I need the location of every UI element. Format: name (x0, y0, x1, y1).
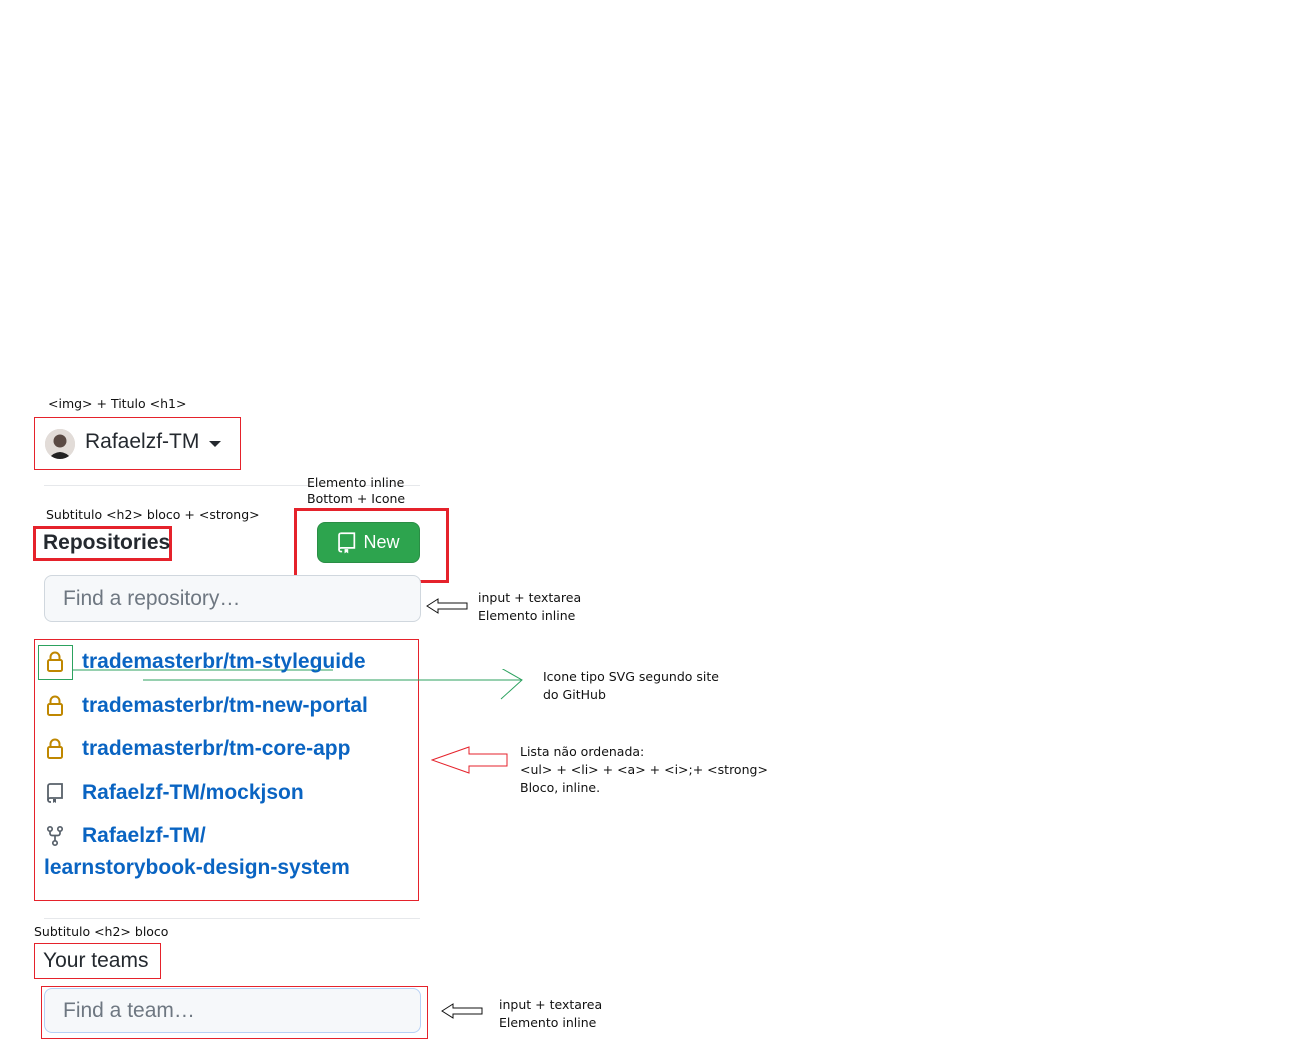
arrow-left-icon (430, 746, 509, 779)
repo-link[interactable]: Rafaelzf-TM/mockjson (82, 781, 304, 805)
avatar[interactable] (45, 429, 75, 459)
list-item-continuation: learnstorybook-design-system (44, 856, 350, 880)
repo-link[interactable]: Rafaelzf-TM/ (82, 824, 206, 848)
header-annotation: <img> + Titulo <h1> (48, 396, 187, 411)
fork-icon (44, 824, 66, 848)
repo-link[interactable]: trademasterbr/tm-styleguide (82, 650, 366, 674)
list-item: Rafaelzf-TM/mockjson (44, 781, 304, 805)
team-search-placeholder: Find a team… (63, 998, 195, 1022)
team-search-input[interactable]: Find a team… (44, 988, 421, 1033)
input-annotation-2: Elemento inline (478, 608, 576, 623)
repo-icon (337, 531, 357, 554)
lock-icon (44, 650, 66, 674)
repo-link[interactable]: learnstorybook-design-system (44, 856, 350, 880)
repository-search-placeholder: Find a repository… (63, 586, 241, 610)
lock-icon (44, 694, 66, 718)
list-item: trademasterbr/tm-styleguide (44, 650, 366, 674)
caret-down-icon (209, 440, 222, 447)
button-annotation-2: Bottom + Icone (307, 491, 406, 506)
your-teams-title: Your teams (43, 949, 149, 972)
teams-subtitle-annotation: Subtitulo <h2> bloco (34, 924, 169, 939)
new-button-label: New (363, 532, 400, 552)
repository-search-input[interactable]: Find a repository… (44, 575, 421, 622)
repositories-title: Repositories (43, 531, 171, 554)
list-item: Rafaelzf-TM/ (44, 824, 206, 848)
repos-subtitle-annotation: Subtitulo <h2> bloco + <strong> (46, 507, 260, 522)
repo-link[interactable]: trademasterbr/tm-new-portal (82, 694, 368, 718)
list-annotation-3: Bloco, inline. (520, 780, 601, 795)
repo-link[interactable]: trademasterbr/tm-core-app (82, 737, 350, 761)
list-item: trademasterbr/tm-new-portal (44, 694, 368, 718)
list-annotation-2: <ul> + <li> + <a> + <i>;+ <strong> (520, 762, 768, 777)
list-annotation-1: Lista não ordenada: (520, 744, 645, 759)
lock-icon (44, 737, 66, 761)
username-title: Rafaelzf-TM (85, 430, 200, 453)
arrow-left-icon (426, 598, 468, 619)
list-item: trademasterbr/tm-core-app (44, 737, 350, 761)
team-input-annotation-1: input + textarea (499, 997, 603, 1012)
team-input-annotation-2: Elemento inline (499, 1015, 597, 1030)
account-switcher[interactable]: Rafaelzf-TM (85, 430, 222, 454)
input-annotation-1: input + textarea (478, 590, 582, 605)
arrow-left-icon (441, 1003, 483, 1024)
divider (44, 918, 420, 919)
repo-icon (44, 781, 66, 805)
new-repo-button[interactable]: New (317, 522, 420, 563)
